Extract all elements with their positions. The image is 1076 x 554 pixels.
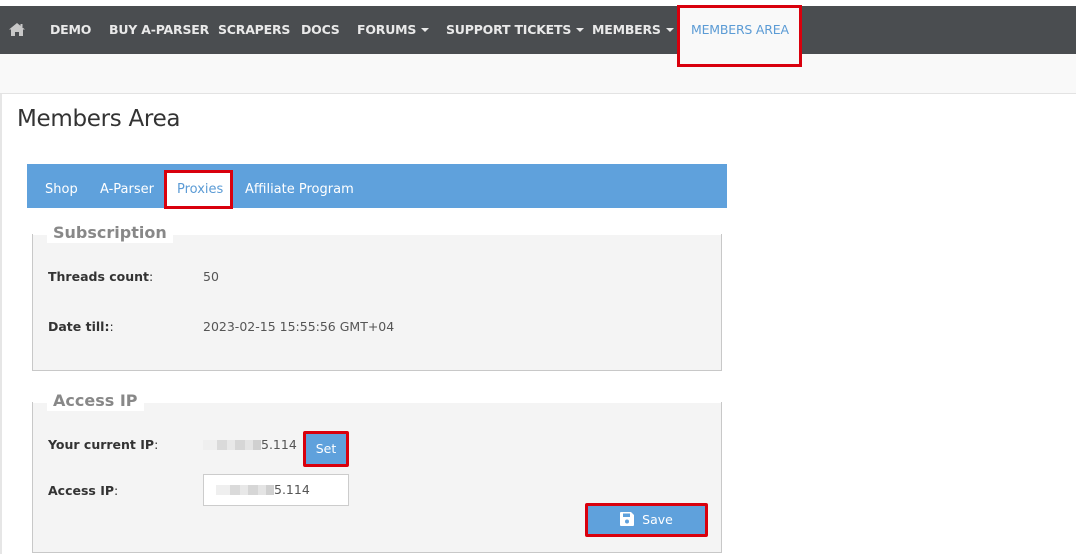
top-navbar: DEMO BUY A-PARSER SCRAPERS DOCS FORUMS S… — [0, 6, 1076, 64]
home-icon — [9, 23, 25, 36]
colon: : — [149, 269, 154, 284]
nav-label: BUY A-PARSER — [109, 22, 210, 37]
nav-label: SUPPORT TICKETS — [446, 22, 572, 37]
nav-item-scrapers[interactable]: SCRAPERS — [218, 6, 290, 54]
page: DEMO BUY A-PARSER SCRAPERS DOCS FORUMS S… — [0, 0, 1076, 554]
tab-shop[interactable]: Shop — [45, 164, 78, 208]
page-title: Members Area — [17, 106, 181, 132]
nav-item-members[interactable]: MEMBERS — [592, 6, 674, 54]
content-left-border — [0, 94, 2, 554]
access-ip-input[interactable]: 5.114 — [203, 474, 349, 506]
nav-item-support-tickets[interactable]: SUPPORT TICKETS — [446, 6, 585, 54]
threads-count-label: Threads count: — [48, 269, 153, 284]
members-tabs: Shop A-Parser Proxies Affiliate Program — [27, 164, 727, 208]
threads-count-label-text: Threads count — [48, 269, 150, 284]
caret-down-icon — [421, 28, 430, 32]
access-ip-legend: Access IP — [47, 391, 144, 411]
nav-label: DOCS — [301, 22, 340, 37]
date-till-label-text: Date till: — [48, 319, 110, 334]
threads-count-value: 50 — [203, 269, 219, 284]
tab-affiliate-program[interactable]: Affiliate Program — [245, 164, 354, 208]
access-ip-label: Access IP: — [48, 483, 118, 498]
nav-label: SCRAPERS — [218, 22, 291, 37]
tab-a-parser[interactable]: A-Parser — [100, 164, 154, 208]
caret-down-icon — [665, 28, 674, 32]
current-ip-label: Your current IP: — [48, 437, 158, 452]
access-ip-suffix: 5.114 — [274, 482, 310, 497]
tab-proxies[interactable]: Proxies — [167, 171, 234, 208]
access-ip-label-text: Access IP — [48, 483, 115, 498]
nav-label: FORUMS — [357, 22, 417, 37]
nav-item-docs[interactable]: DOCS — [301, 6, 340, 54]
current-ip-value: 5.114 — [203, 437, 297, 452]
nav-item-buy-a-parser[interactable]: BUY A-PARSER — [109, 6, 209, 54]
save-button-label: Save — [642, 512, 673, 527]
current-ip-label-text: Your current IP — [48, 437, 155, 452]
nav-label: MEMBERS — [592, 22, 661, 37]
nav-label: DEMO — [50, 22, 92, 37]
colon: : — [154, 437, 159, 452]
nav-home[interactable] — [9, 6, 27, 54]
subscription-legend: Subscription — [47, 223, 173, 243]
save-button[interactable]: Save — [585, 503, 708, 537]
floppy-disk-icon — [620, 512, 635, 526]
nav-item-forums[interactable]: FORUMS — [357, 6, 430, 54]
current-ip-suffix: 5.114 — [261, 437, 297, 452]
date-till-value: 2023-02-15 15:55:56 GMT+04 — [203, 319, 395, 334]
caret-down-icon — [576, 28, 585, 32]
redacted-ip-prefix — [216, 485, 274, 495]
nav-label: MEMBERS AREA — [691, 22, 789, 37]
subscription-panel: Subscription Threads count: 50 Date till… — [32, 221, 722, 371]
colon: : — [109, 319, 114, 334]
colon: : — [114, 483, 119, 498]
sub-header-bar — [0, 54, 1076, 94]
redacted-ip-prefix — [203, 440, 261, 450]
date-till-label: Date till:: — [48, 319, 114, 334]
set-ip-button[interactable]: Set — [303, 431, 349, 467]
access-ip-panel: Access IP Your current IP: 5.114 Set Acc… — [32, 389, 722, 553]
nav-item-demo[interactable]: DEMO — [50, 6, 91, 54]
